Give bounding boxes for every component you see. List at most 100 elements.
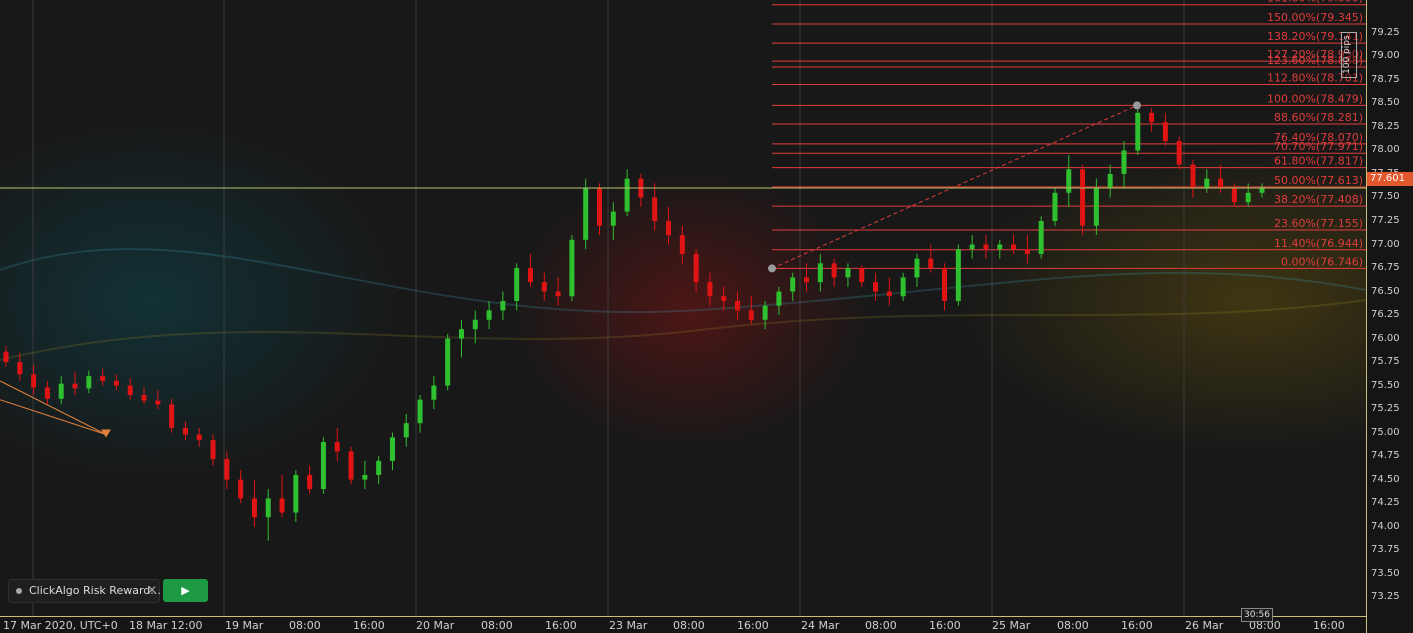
candle-body xyxy=(362,474,368,480)
candle-body xyxy=(693,253,699,283)
time-axis[interactable]: 17 Mar 2020, UTC+0 18 Mar 12:00 19 Mar 08:0… xyxy=(0,616,1366,633)
candle-body xyxy=(1107,173,1113,189)
bar-countdown-timer: 30:56 xyxy=(1241,608,1273,622)
background-swirl xyxy=(0,299,1366,361)
time-tick-label: 16:00 xyxy=(545,619,577,632)
price-tick-label: 79.25 xyxy=(1371,26,1400,38)
candle-body xyxy=(279,498,285,513)
candle-body xyxy=(679,235,685,254)
time-tick-label: 17 Mar 2020, UTC+0 xyxy=(3,619,118,632)
trading-chart-window: 161.80%(79.550)150.00%(79.345)138.20%(79… xyxy=(0,0,1413,633)
indicator-widget[interactable]: ClickAlgo Risk Reward... ✕ xyxy=(8,579,161,603)
time-tick-label: 16:00 xyxy=(353,619,385,632)
candle-body xyxy=(1190,164,1196,189)
candle-body xyxy=(72,383,78,389)
indicator-name-label: ClickAlgo Risk Reward... xyxy=(29,584,161,597)
candle-body xyxy=(100,376,106,381)
candle-body xyxy=(555,291,561,297)
candle-body xyxy=(155,400,161,405)
candle-body xyxy=(182,427,188,435)
time-tick-label: 23 Mar xyxy=(609,619,648,632)
price-tick-label: 75.50 xyxy=(1371,379,1400,391)
time-tick-label: 08:00 xyxy=(289,619,321,632)
candle-body xyxy=(1176,141,1182,165)
price-tick-label: 75.00 xyxy=(1371,426,1400,438)
price-axis[interactable]: 79.2579.0078.7578.5078.2578.0077.7577.50… xyxy=(1366,0,1413,633)
price-tick-label: 77.25 xyxy=(1371,215,1400,226)
candle-body xyxy=(265,498,271,518)
candle-body xyxy=(583,188,589,240)
current-price-label: 77.601 xyxy=(1367,172,1413,186)
candle-body xyxy=(389,437,395,461)
candle-body xyxy=(652,197,658,222)
price-tick-label: 77.50 xyxy=(1371,191,1400,203)
candle-body xyxy=(486,310,492,320)
time-tick-label: 19 Mar xyxy=(225,619,264,632)
price-tick-label: 75.25 xyxy=(1371,403,1400,415)
price-tick-label: 73.75 xyxy=(1371,544,1400,556)
candle-body xyxy=(707,282,713,297)
price-chart[interactable]: 161.80%(79.550)150.00%(79.345)138.20%(79… xyxy=(0,0,1366,616)
price-tick-label: 78.50 xyxy=(1371,97,1400,109)
candle-body xyxy=(251,498,257,518)
time-tick-label: 16:00 xyxy=(737,619,769,632)
candle-body xyxy=(527,268,533,283)
trend-line xyxy=(0,380,107,435)
candle-body xyxy=(169,404,175,428)
price-tick-label: 78.75 xyxy=(1371,73,1400,85)
candle-body xyxy=(1121,150,1127,174)
price-tick-label: 74.25 xyxy=(1371,497,1400,509)
candle-body xyxy=(610,211,616,226)
price-tick-label: 76.75 xyxy=(1371,262,1400,274)
price-tick-label: 77.00 xyxy=(1371,238,1400,250)
fib-level-label: 150.00%(79.345) xyxy=(1267,11,1363,24)
candle-body xyxy=(31,374,37,388)
candle-body xyxy=(541,282,547,292)
price-tick-label: 76.25 xyxy=(1371,309,1400,321)
time-tick-label: 16:00 xyxy=(929,619,961,632)
candle-body xyxy=(873,282,879,292)
candle-body xyxy=(804,277,810,283)
time-tick-label: 24 Mar xyxy=(801,619,840,632)
candle-body xyxy=(1038,221,1044,254)
candle-body xyxy=(113,380,119,386)
candle-body xyxy=(3,351,9,363)
candle-body xyxy=(1135,112,1141,151)
candle-body xyxy=(748,310,754,320)
candle-body xyxy=(569,239,575,297)
candle-body xyxy=(1149,112,1155,123)
price-tick-label: 74.75 xyxy=(1371,450,1400,462)
candle-body xyxy=(445,338,451,386)
time-tick-label: 08:00 xyxy=(1057,619,1089,632)
indicator-status-dot-icon xyxy=(16,588,22,594)
time-tick-label: 26 Mar xyxy=(1185,619,1224,632)
candle-body xyxy=(969,244,975,250)
candle-body xyxy=(914,258,920,278)
candle-body xyxy=(293,474,299,513)
fib-level-label: 11.40%(76.944) xyxy=(1274,237,1363,250)
candle-body xyxy=(17,362,23,375)
candle-body xyxy=(376,460,382,475)
candle-body xyxy=(735,300,741,311)
price-tick-label: 73.50 xyxy=(1371,567,1400,579)
fib-anchor-low-handle xyxy=(768,264,776,273)
candle-body xyxy=(817,263,823,283)
fib-level-label: 88.60%(78.281) xyxy=(1274,111,1363,124)
candle-body xyxy=(955,249,961,301)
candle-body xyxy=(942,268,948,301)
fib-level-label: 100.00%(78.479) xyxy=(1267,92,1363,105)
close-icon[interactable]: ✕ xyxy=(147,583,157,597)
fib-level-label: 23.60%(77.155) xyxy=(1274,217,1363,230)
price-tick-label: 76.00 xyxy=(1371,332,1400,344)
play-button[interactable]: ▶ xyxy=(163,579,208,602)
candle-body xyxy=(1024,249,1030,254)
candle-body xyxy=(790,277,796,292)
pips-ruler-label: 100 pips xyxy=(1341,32,1357,78)
time-tick-label: 08:00 xyxy=(481,619,513,632)
candle-body xyxy=(886,291,892,297)
price-tick-label: 74.00 xyxy=(1371,520,1400,532)
candle-body xyxy=(196,434,202,441)
price-tick-label: 75.75 xyxy=(1371,356,1400,368)
candle-body xyxy=(1093,188,1099,226)
time-tick-label: 08:00 xyxy=(673,619,705,632)
